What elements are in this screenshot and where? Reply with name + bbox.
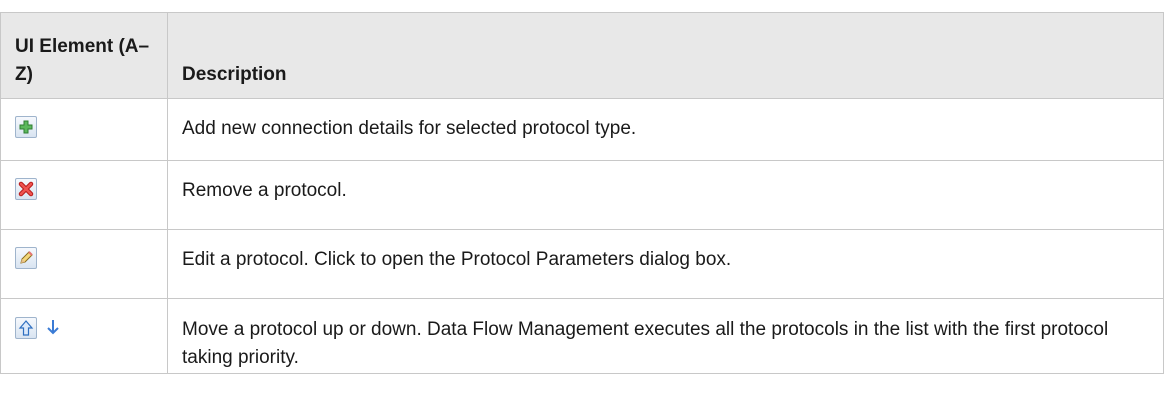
ui-element-reference-table: UI Element (A–Z) Description Add new con… xyxy=(0,12,1164,374)
ui-element-cell xyxy=(0,229,168,299)
header-description: Description xyxy=(167,12,1164,99)
move-up-icon xyxy=(15,317,37,339)
table-row: Remove a protocol. xyxy=(0,160,1164,230)
header-ui-element: UI Element (A–Z) xyxy=(0,12,168,99)
remove-icon xyxy=(15,178,37,200)
description-cell: Edit a protocol. Click to open the Proto… xyxy=(167,229,1164,299)
table-row: Move a protocol up or down. Data Flow Ma… xyxy=(0,298,1164,374)
description-cell: Remove a protocol. xyxy=(167,160,1164,230)
description-cell: Add new connection details for selected … xyxy=(167,98,1164,161)
edit-icon xyxy=(15,247,37,269)
ui-element-cell xyxy=(0,298,168,374)
table-row: Edit a protocol. Click to open the Proto… xyxy=(0,229,1164,299)
move-down-icon xyxy=(43,317,65,339)
add-icon xyxy=(15,116,37,138)
ui-element-cell xyxy=(0,160,168,230)
table-header-row: UI Element (A–Z) Description xyxy=(0,12,1164,99)
description-cell: Move a protocol up or down. Data Flow Ma… xyxy=(167,298,1164,374)
table-row: Add new connection details for selected … xyxy=(0,98,1164,161)
ui-element-cell xyxy=(0,98,168,161)
